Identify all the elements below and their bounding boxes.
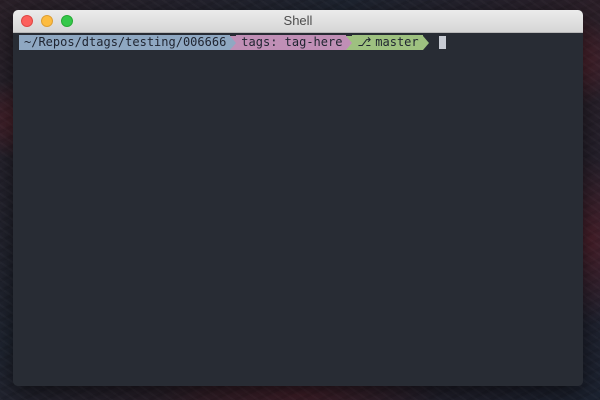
window-title: Shell [283, 13, 313, 28]
title-bar[interactable]: Shell [13, 10, 583, 33]
terminal-window[interactable]: Shell ~/Repos/dtags/testing/006666 tags:… [13, 10, 583, 386]
text-cursor [438, 36, 446, 49]
shell-prompt: ~/Repos/dtags/testing/006666 tags: tag-h… [19, 35, 577, 50]
prompt-tags-segment: tags: tag-here [236, 35, 347, 50]
terminal-area[interactable]: ~/Repos/dtags/testing/006666 tags: tag-h… [13, 33, 583, 386]
prompt-path-segment: ~/Repos/dtags/testing/006666 [19, 35, 231, 50]
prompt-branch-segment: ⎇ master [352, 35, 423, 50]
branch-name: master [375, 35, 419, 49]
segment-separator-icon [422, 35, 429, 50]
git-branch-icon: ⎇ [357, 35, 372, 49]
